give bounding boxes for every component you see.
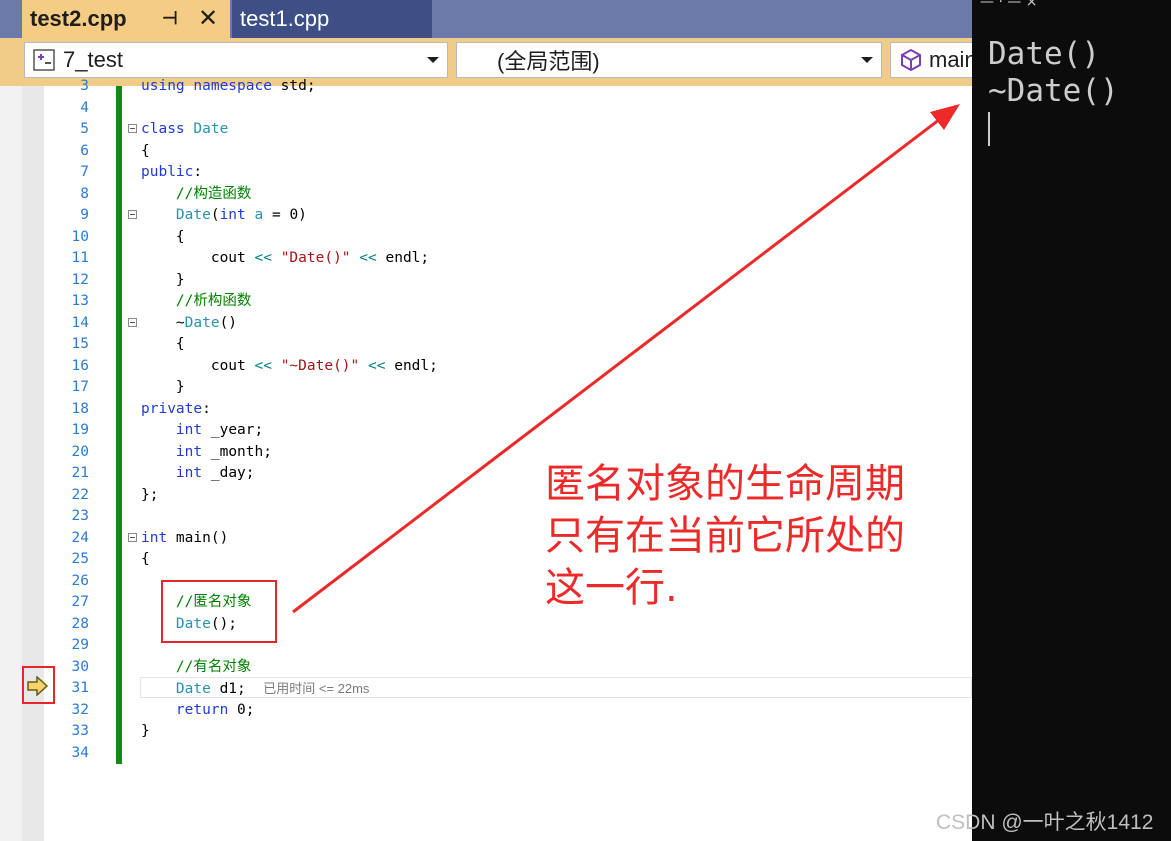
console-output-line: Date() (988, 36, 1100, 72)
annotation-text: 匿名对象的生命周期 只有在当前它所处的 这一行. (545, 458, 965, 614)
annotation-line: 只有在当前它所处的 (545, 513, 905, 559)
annotation-line: 这一行. (545, 565, 678, 611)
annotation-line: 匿名对象的生命周期 (545, 461, 905, 507)
console-output-line: ~Date() (988, 73, 1119, 109)
console-title-text: — · — × (980, 0, 1038, 10)
console-titlebar-fragment: — · — × (972, 0, 1171, 20)
watermark: CSDN @一叶之秋1412 (936, 811, 1154, 834)
console-cursor (988, 112, 990, 146)
console-window[interactable]: — · — × Date() ~Date() (972, 0, 1171, 841)
